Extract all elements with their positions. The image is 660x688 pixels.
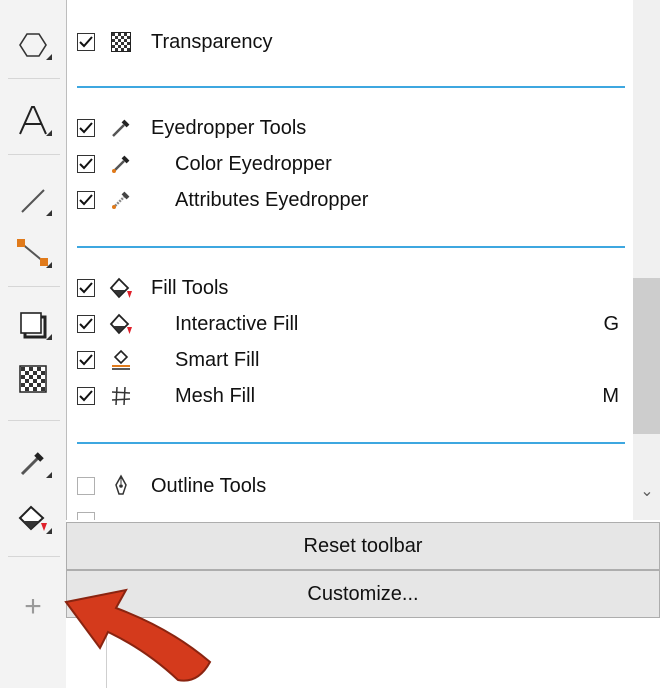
- checkbox-unchecked: [77, 512, 95, 520]
- list-item[interactable]: Mesh Fill M: [67, 378, 627, 414]
- checkbox-checked[interactable]: [77, 119, 95, 137]
- outline-pen-icon: [107, 472, 135, 500]
- shortcut-key: M: [602, 384, 619, 407]
- drop-shadow-tool[interactable]: [6, 302, 60, 348]
- list-item[interactable]: Interactive Fill G: [67, 306, 627, 342]
- list-item[interactable]: Fill Tools: [67, 270, 627, 306]
- checkbox-checked[interactable]: [77, 351, 95, 369]
- line-tool[interactable]: [6, 178, 60, 224]
- item-label: Smart Fill: [175, 348, 260, 371]
- item-label: Color Eyedropper: [175, 152, 332, 175]
- list-item[interactable]: Eyedropper Tools: [67, 110, 627, 146]
- transparency-icon: [19, 365, 47, 393]
- checkbox-checked[interactable]: [77, 279, 95, 297]
- item-label: Transparency: [151, 30, 273, 53]
- smart-fill-icon: [107, 346, 135, 374]
- list-item[interactable]: Outline Tools: [67, 468, 627, 504]
- toolbox: +: [0, 0, 66, 688]
- section-divider: [77, 246, 625, 248]
- plus-icon: +: [24, 590, 42, 623]
- checkbox-checked[interactable]: [77, 315, 95, 333]
- color-eyedropper-icon: [107, 150, 135, 178]
- scrollbar[interactable]: ⌄: [633, 0, 660, 520]
- list-item[interactable]: Smart Fill: [67, 342, 627, 378]
- section-divider: [77, 442, 625, 444]
- interactive-fill-tool[interactable]: [6, 496, 60, 542]
- reset-toolbar-button[interactable]: Reset toolbar: [66, 522, 660, 570]
- toolbar-customize-dropdown: Transparency Eyedropper Tools Color Eyed…: [66, 0, 660, 520]
- transparency-tool[interactable]: [6, 356, 60, 402]
- text-icon: [17, 104, 49, 138]
- checkbox-checked[interactable]: [77, 155, 95, 173]
- connector-tool[interactable]: [6, 230, 60, 276]
- attributes-eyedropper-icon: [107, 186, 135, 214]
- checkbox-checked[interactable]: [77, 33, 95, 51]
- chevron-down-icon[interactable]: ⌄: [637, 482, 657, 502]
- checkbox-unchecked[interactable]: [77, 477, 95, 495]
- fill-icon: [107, 274, 135, 302]
- connector-icon: [16, 238, 50, 268]
- section-divider: [77, 86, 625, 88]
- add-tool-button[interactable]: +: [6, 584, 60, 630]
- transparency-icon: [107, 28, 135, 56]
- polygon-tool[interactable]: [6, 22, 60, 68]
- item-label: Fill Tools: [151, 276, 229, 299]
- item-label: Interactive Fill: [175, 312, 299, 335]
- checkbox-checked[interactable]: [77, 387, 95, 405]
- list-item-partial: [67, 504, 627, 520]
- list-item[interactable]: Transparency: [67, 24, 627, 60]
- item-label: Mesh Fill: [175, 384, 256, 407]
- interactive-fill-icon: [17, 504, 49, 534]
- eyedropper-icon: [18, 448, 48, 478]
- item-label: Outline Tools: [151, 474, 267, 497]
- eyedropper-icon: [107, 114, 135, 142]
- polygon-icon: [18, 30, 48, 60]
- checkbox-checked[interactable]: [77, 191, 95, 209]
- line-icon: [18, 186, 48, 216]
- item-label: Attributes Eyedropper: [175, 188, 369, 211]
- eyedropper-tool[interactable]: [6, 440, 60, 486]
- drop-shadow-icon: [18, 310, 48, 340]
- item-label: Eyedropper Tools: [151, 116, 307, 139]
- scrollbar-thumb[interactable]: [633, 278, 660, 434]
- interactive-fill-icon: [107, 310, 135, 338]
- shortcut-key: G: [603, 312, 619, 335]
- mesh-fill-icon: [107, 382, 135, 410]
- list-item[interactable]: Attributes Eyedropper: [67, 182, 627, 218]
- annotation-arrow: [64, 588, 212, 682]
- list-item[interactable]: Color Eyedropper: [67, 146, 627, 182]
- text-tool[interactable]: [6, 98, 60, 144]
